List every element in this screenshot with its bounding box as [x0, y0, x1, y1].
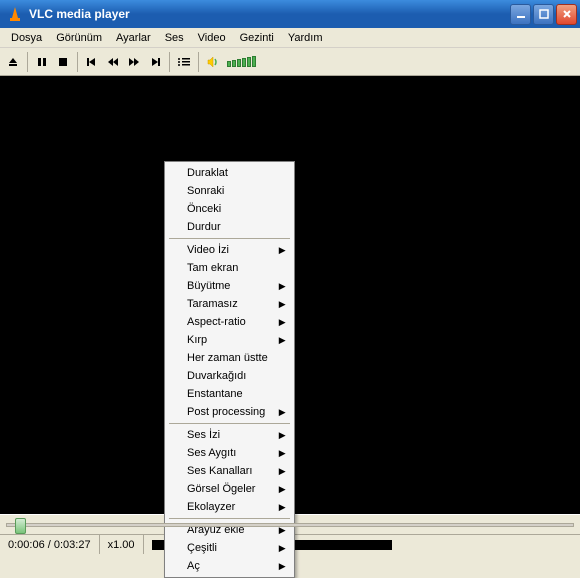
submenu-arrow-icon: ▶ [279, 448, 286, 459]
video-area[interactable]: DuraklatSonrakiÖncekiDurdur Video İzi▶Tam… [0, 76, 580, 514]
stop-button[interactable] [54, 53, 72, 71]
menubar: Dosya Görünüm Ayarlar Ses Video Gezinti … [0, 28, 580, 48]
pause-button[interactable] [33, 53, 51, 71]
submenu-arrow-icon: ▶ [279, 484, 286, 495]
menu-help[interactable]: Yardım [281, 30, 330, 46]
next-button[interactable] [146, 53, 164, 71]
separator [198, 52, 199, 72]
close-button[interactable] [556, 4, 577, 25]
volume-icon[interactable] [204, 53, 222, 71]
seek-track[interactable] [6, 523, 574, 527]
context-menu-item[interactable]: Duvarkağıdı [167, 367, 292, 385]
vlc-icon [7, 6, 23, 22]
context-menu-item[interactable]: Enstantane [167, 385, 292, 403]
separator [77, 52, 78, 72]
context-menu-item[interactable]: Büyütme▶ [167, 277, 292, 295]
eject-button[interactable] [4, 53, 22, 71]
menu-separator [169, 423, 290, 424]
context-menu-item[interactable]: Görsel Ögeler▶ [167, 480, 292, 498]
submenu-arrow-icon: ▶ [279, 335, 286, 346]
context-menu-item[interactable]: Durdur [167, 218, 292, 236]
volume-meter[interactable] [227, 56, 256, 67]
status-speed: x1.00 [100, 535, 144, 554]
seek-thumb[interactable] [15, 518, 26, 534]
context-menu-item[interactable]: Her zaman üstte [167, 349, 292, 367]
forward-button[interactable] [125, 53, 143, 71]
context-menu-item[interactable]: Duraklat [167, 164, 292, 182]
status-time: 0:00:06 / 0:03:27 [0, 535, 100, 554]
menu-video[interactable]: Video [191, 30, 233, 46]
context-menu-item[interactable]: Ekolayzer▶ [167, 498, 292, 516]
rewind-button[interactable] [104, 53, 122, 71]
menu-audio[interactable]: Ses [158, 30, 191, 46]
submenu-arrow-icon: ▶ [279, 245, 286, 256]
separator [169, 52, 170, 72]
prev-button[interactable] [83, 53, 101, 71]
separator [27, 52, 28, 72]
toolbar [0, 48, 580, 76]
window-titlebar: VLC media player [0, 0, 580, 28]
context-menu-item[interactable]: Aç▶ [167, 557, 292, 575]
submenu-arrow-icon: ▶ [279, 299, 286, 310]
minimize-button[interactable] [510, 4, 531, 25]
context-menu-item[interactable]: Taramasız▶ [167, 295, 292, 313]
context-menu-item[interactable]: Sonraki [167, 182, 292, 200]
context-menu-item[interactable]: Kırp▶ [167, 331, 292, 349]
submenu-arrow-icon: ▶ [279, 543, 286, 554]
submenu-arrow-icon: ▶ [279, 281, 286, 292]
context-menu-item[interactable]: Aspect-ratio▶ [167, 313, 292, 331]
submenu-arrow-icon: ▶ [279, 317, 286, 328]
context-menu: DuraklatSonrakiÖncekiDurdur Video İzi▶Tam… [164, 161, 295, 578]
window-title: VLC media player [27, 7, 510, 21]
context-menu-item[interactable]: Tam ekran [167, 259, 292, 277]
context-menu-item[interactable]: Post processing▶ [167, 403, 292, 421]
context-menu-item[interactable]: Ses İzi▶ [167, 426, 292, 444]
context-menu-item[interactable]: Video İzi▶ [167, 241, 292, 259]
menu-file[interactable]: Dosya [4, 30, 49, 46]
submenu-arrow-icon: ▶ [279, 561, 286, 572]
menu-settings[interactable]: Ayarlar [109, 30, 158, 46]
menu-view[interactable]: Görünüm [49, 30, 109, 46]
maximize-button[interactable] [533, 4, 554, 25]
playlist-button[interactable] [175, 53, 193, 71]
submenu-arrow-icon: ▶ [279, 502, 286, 513]
menu-separator [169, 518, 290, 519]
menu-separator [169, 238, 290, 239]
context-menu-item[interactable]: Ses Aygıtı▶ [167, 444, 292, 462]
submenu-arrow-icon: ▶ [279, 407, 286, 418]
submenu-arrow-icon: ▶ [279, 466, 286, 477]
submenu-arrow-icon: ▶ [279, 430, 286, 441]
menu-navigate[interactable]: Gezinti [233, 30, 281, 46]
context-menu-item[interactable]: Önceki [167, 200, 292, 218]
context-menu-item[interactable]: Ses Kanalları▶ [167, 462, 292, 480]
